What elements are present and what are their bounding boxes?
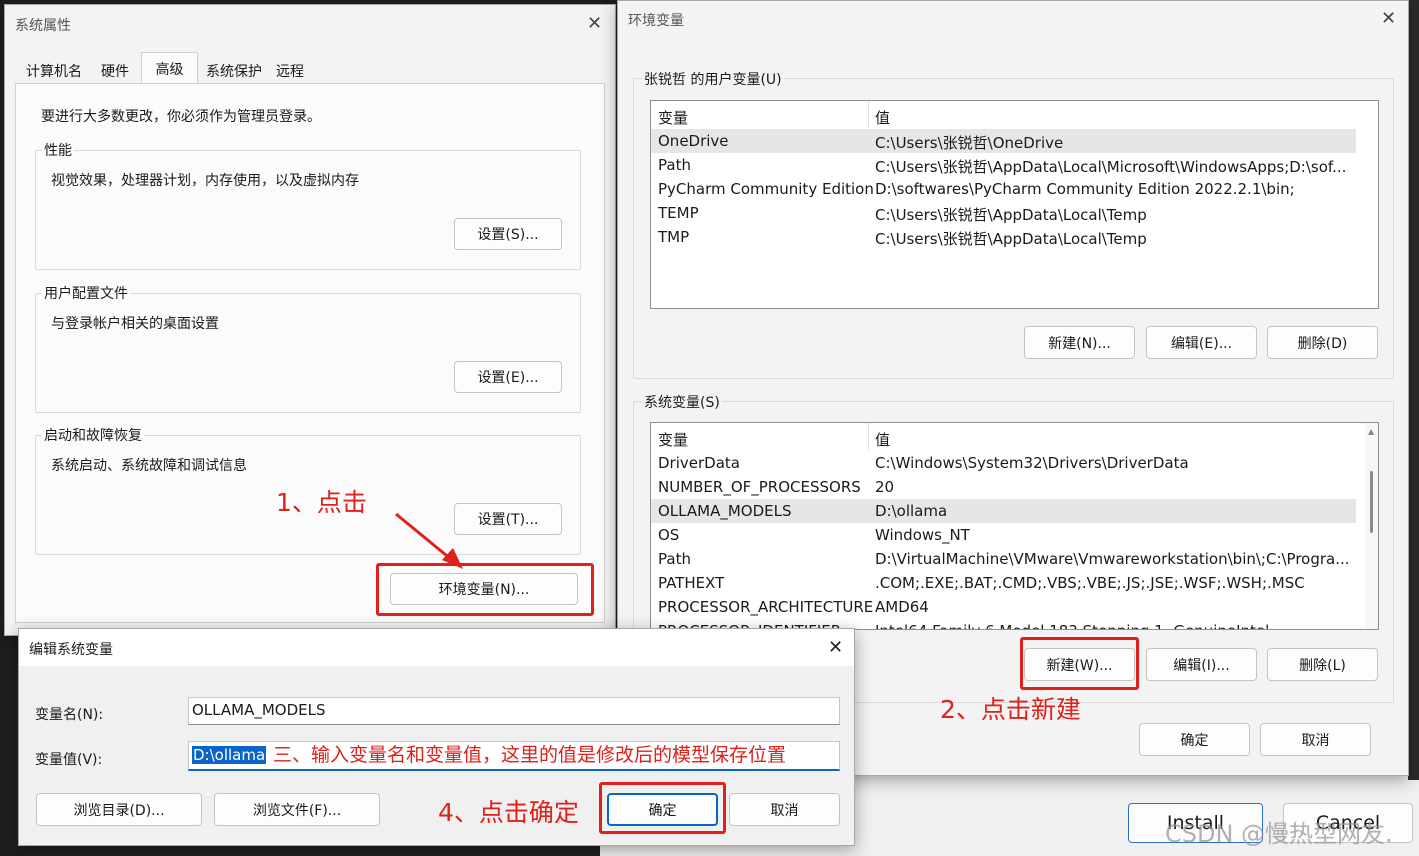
- watermark: CSDN @慢热型网友.: [1165, 820, 1393, 848]
- arrow-icon: [395, 512, 463, 569]
